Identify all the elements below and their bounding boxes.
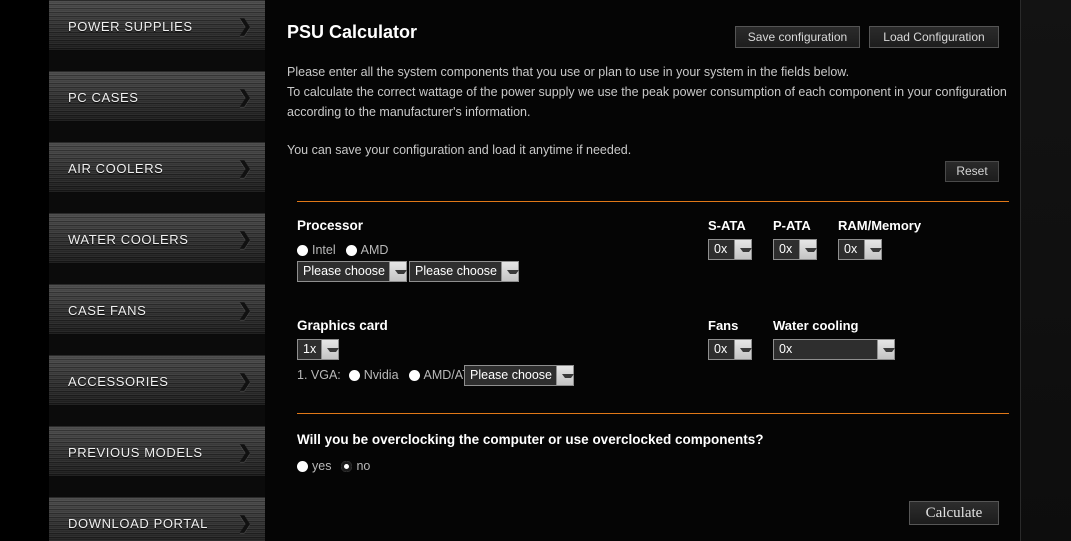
sidebar-item-power-supplies[interactable]: POWER SUPPLIES ❯	[49, 0, 265, 51]
radio-overclock-no-label: no	[356, 459, 371, 473]
fans-value: 0x	[714, 342, 728, 356]
sata-label: S-ATA	[708, 218, 746, 233]
processor-family-value: Please choose	[303, 264, 386, 278]
water-cooling-label: Water cooling	[773, 318, 859, 333]
sidebar-item-label: AIR COOLERS	[68, 160, 164, 176]
chevron-down-icon[interactable]	[799, 240, 817, 259]
sidebar-item-previous-models[interactable]: PREVIOUS MODELS ❯	[49, 426, 265, 477]
sidebar-divider-1	[49, 51, 265, 71]
water-cooling-select[interactable]: 0x	[773, 339, 895, 360]
pata-select[interactable]: 0x	[773, 239, 817, 260]
chevron-right-icon: ❯	[237, 371, 252, 391]
intro-line-1: Please enter all the system components t…	[287, 65, 850, 79]
processor-section-title: Processor	[297, 218, 364, 233]
sidebar-item-label: POWER SUPPLIES	[68, 18, 193, 34]
chevron-down-icon[interactable]	[389, 262, 407, 281]
intro-text: Please enter all the system components t…	[287, 62, 1007, 160]
radio-overclock-yes-label: yes	[312, 459, 332, 473]
sidebar-item-label: CASE FANS	[68, 302, 147, 318]
chevron-down-icon[interactable]	[734, 340, 752, 359]
intro-line-2: To calculate the correct wattage of the …	[287, 85, 1007, 119]
chevron-right-icon: ❯	[237, 16, 252, 36]
sidebar-divider-5	[49, 335, 265, 355]
sidebar-item-water-coolers[interactable]: WATER COOLERS ❯	[49, 213, 265, 264]
radio-amd-label: AMD	[360, 243, 389, 257]
chevron-down-icon[interactable]	[556, 366, 574, 385]
sata-select[interactable]: 0x	[708, 239, 752, 260]
sidebar-nav: POWER SUPPLIES ❯ PC CASES ❯ AIR COOLERS …	[49, 0, 265, 541]
sidebar-divider-7	[49, 477, 265, 497]
intro-line-3: You can save your configuration and load…	[287, 143, 632, 157]
chevron-right-icon: ❯	[237, 300, 252, 320]
chevron-right-icon: ❯	[237, 87, 252, 107]
chevron-right-icon: ❯	[237, 513, 252, 533]
right-panel	[1021, 0, 1071, 541]
sidebar-item-label: PREVIOUS MODELS	[68, 444, 203, 460]
radio-overclock-no[interactable]	[341, 460, 353, 472]
radio-nvidia[interactable]	[348, 369, 360, 381]
graphics-count-value: 1x	[303, 342, 317, 356]
sidebar-divider-4	[49, 264, 265, 284]
sidebar-item-accessories[interactable]: ACCESSORIES ❯	[49, 355, 265, 406]
sidebar-item-label: PC CASES	[68, 89, 139, 105]
radio-intel-label: Intel	[312, 243, 336, 257]
chevron-down-icon[interactable]	[864, 240, 882, 259]
chevron-right-icon: ❯	[237, 229, 252, 249]
overclocking-question: Will you be overclocking the computer or…	[297, 432, 764, 447]
ram-value: 0x	[844, 242, 858, 256]
sidebar-item-label: DOWNLOAD PORTAL	[68, 515, 208, 531]
water-cooling-value: 0x	[779, 342, 793, 356]
sidebar-divider-6	[49, 406, 265, 426]
chevron-down-icon[interactable]	[321, 340, 339, 359]
sidebar-item-pc-cases[interactable]: PC CASES ❯	[49, 71, 265, 122]
section-divider-bottom	[297, 413, 1009, 414]
sidebar-item-label: ACCESSORIES	[68, 373, 169, 389]
fans-label: Fans	[708, 318, 739, 333]
section-divider-top	[297, 201, 1009, 202]
graphics-count-select[interactable]: 1x	[297, 339, 339, 360]
processor-brand-radio-group[interactable]: Intel AMD	[297, 243, 398, 257]
reset-button[interactable]: Reset	[945, 161, 999, 182]
chevron-right-icon: ❯	[237, 158, 252, 178]
sidebar-divider-2	[49, 122, 265, 142]
sidebar-item-air-coolers[interactable]: AIR COOLERS ❯	[49, 142, 265, 193]
radio-amd-ati[interactable]	[408, 369, 420, 381]
radio-overclock-yes[interactable]	[297, 460, 308, 472]
graphics-model-value: Please choose	[470, 368, 553, 382]
main-content: PSU Calculator Save configuration Load C…	[265, 0, 1021, 541]
ram-label: RAM/Memory	[838, 218, 922, 233]
save-configuration-button[interactable]: Save configuration	[735, 26, 860, 48]
chevron-down-icon[interactable]	[734, 240, 752, 259]
intro-spacer	[287, 122, 1007, 140]
chevron-right-icon: ❯	[237, 442, 252, 462]
psu-calculator-page: POWER SUPPLIES ❯ PC CASES ❯ AIR COOLERS …	[0, 0, 1071, 541]
processor-model-value: Please choose	[415, 264, 498, 278]
overclocking-radio-group[interactable]: yes no	[297, 459, 380, 473]
radio-nvidia-label: Nvidia	[363, 368, 399, 382]
radio-amd[interactable]	[345, 244, 357, 256]
processor-model-select[interactable]: Please choose	[409, 261, 519, 282]
page-title: PSU Calculator	[287, 22, 418, 42]
pata-value: 0x	[779, 242, 793, 256]
ram-select[interactable]: 0x	[838, 239, 882, 260]
vga-row[interactable]: 1. VGA: Nvidia AMD/ATI	[297, 368, 479, 382]
pata-label: P-ATA	[773, 218, 811, 233]
sidebar-divider-3	[49, 193, 265, 213]
processor-family-select[interactable]: Please choose	[297, 261, 407, 282]
radio-intel[interactable]	[297, 244, 308, 256]
graphics-section-title: Graphics card	[297, 318, 388, 333]
chevron-down-icon[interactable]	[877, 340, 895, 359]
vga-label: 1. VGA:	[297, 368, 341, 382]
sidebar-item-label: WATER COOLERS	[68, 231, 189, 247]
calculate-button[interactable]: Calculate	[909, 501, 999, 525]
graphics-model-select[interactable]: Please choose	[464, 365, 574, 386]
sidebar-item-download-portal[interactable]: DOWNLOAD PORTAL ❯	[49, 497, 265, 541]
chevron-down-icon[interactable]	[501, 262, 519, 281]
load-configuration-button[interactable]: Load Configuration	[869, 26, 999, 48]
sidebar-item-case-fans[interactable]: CASE FANS ❯	[49, 284, 265, 335]
fans-select[interactable]: 0x	[708, 339, 752, 360]
sata-value: 0x	[714, 242, 728, 256]
